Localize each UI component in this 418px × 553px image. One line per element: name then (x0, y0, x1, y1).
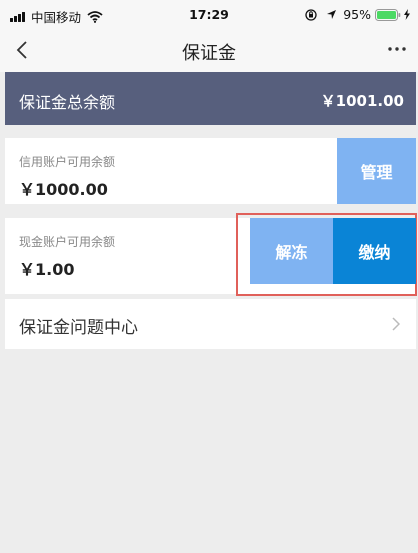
cash-account-amount: ￥1.00 (19, 260, 75, 279)
faq-center-row[interactable]: 保证金问题中心 (5, 299, 416, 349)
charging-icon (404, 9, 410, 20)
total-balance-label: 保证金总余额 (19, 93, 116, 112)
unfreeze-button[interactable]: 解冻 (250, 218, 333, 284)
location-icon (327, 10, 337, 19)
credit-account-amount: ￥1000.00 (19, 180, 108, 199)
faq-center-label: 保证金问题中心 (19, 318, 138, 338)
battery-percent: 95% (343, 7, 371, 22)
page-title: 保证金 (182, 43, 236, 64)
credit-account-label: 信用账户可用余额 (19, 155, 116, 169)
manage-button[interactable]: 管理 (337, 138, 416, 204)
more-icon[interactable] (388, 47, 406, 51)
credit-account-card: 信用账户可用余额 ￥1000.00 管理 (5, 138, 416, 204)
status-right: 95% (305, 7, 410, 22)
nav-bar: 保证金 (0, 30, 418, 72)
chevron-right-icon (392, 317, 400, 331)
battery-icon (375, 8, 401, 21)
total-balance-banner: 保证金总余额 ￥1001.00 (5, 72, 416, 125)
status-bar: 中国移动 17:29 95% (0, 0, 418, 30)
total-balance-amount: ￥1001.00 (320, 92, 404, 110)
pay-button[interactable]: 缴纳 (333, 218, 416, 284)
rotation-lock-icon (305, 8, 317, 21)
cash-account-label: 现金账户可用余额 (19, 235, 116, 249)
page: 中国移动 17:29 95% 保证金 保证金总余额 ￥1001.00 信用账户可… (0, 0, 418, 553)
